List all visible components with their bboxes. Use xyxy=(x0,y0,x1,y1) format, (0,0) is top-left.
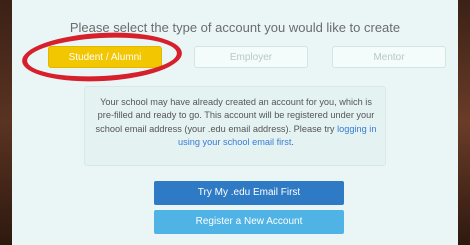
try-edu-email-button[interactable]: Try My .edu Email First xyxy=(154,181,344,205)
background-right xyxy=(458,0,470,245)
tab-mentor[interactable]: Mentor xyxy=(332,46,446,68)
info-text: Your school may have already created an … xyxy=(95,96,377,150)
highlight-circle-annotation xyxy=(20,28,184,86)
info-text-end: . xyxy=(291,137,294,148)
info-text-main: Your school may have already created an … xyxy=(95,97,375,134)
info-box: Your school may have already created an … xyxy=(84,86,386,166)
register-new-account-button[interactable]: Register a New Account xyxy=(154,210,344,234)
page-heading: Please select the type of account you wo… xyxy=(69,20,401,35)
tab-employer[interactable]: Employer xyxy=(194,46,308,68)
account-type-panel: Please select the type of account you wo… xyxy=(12,0,458,245)
background-left xyxy=(0,0,12,245)
